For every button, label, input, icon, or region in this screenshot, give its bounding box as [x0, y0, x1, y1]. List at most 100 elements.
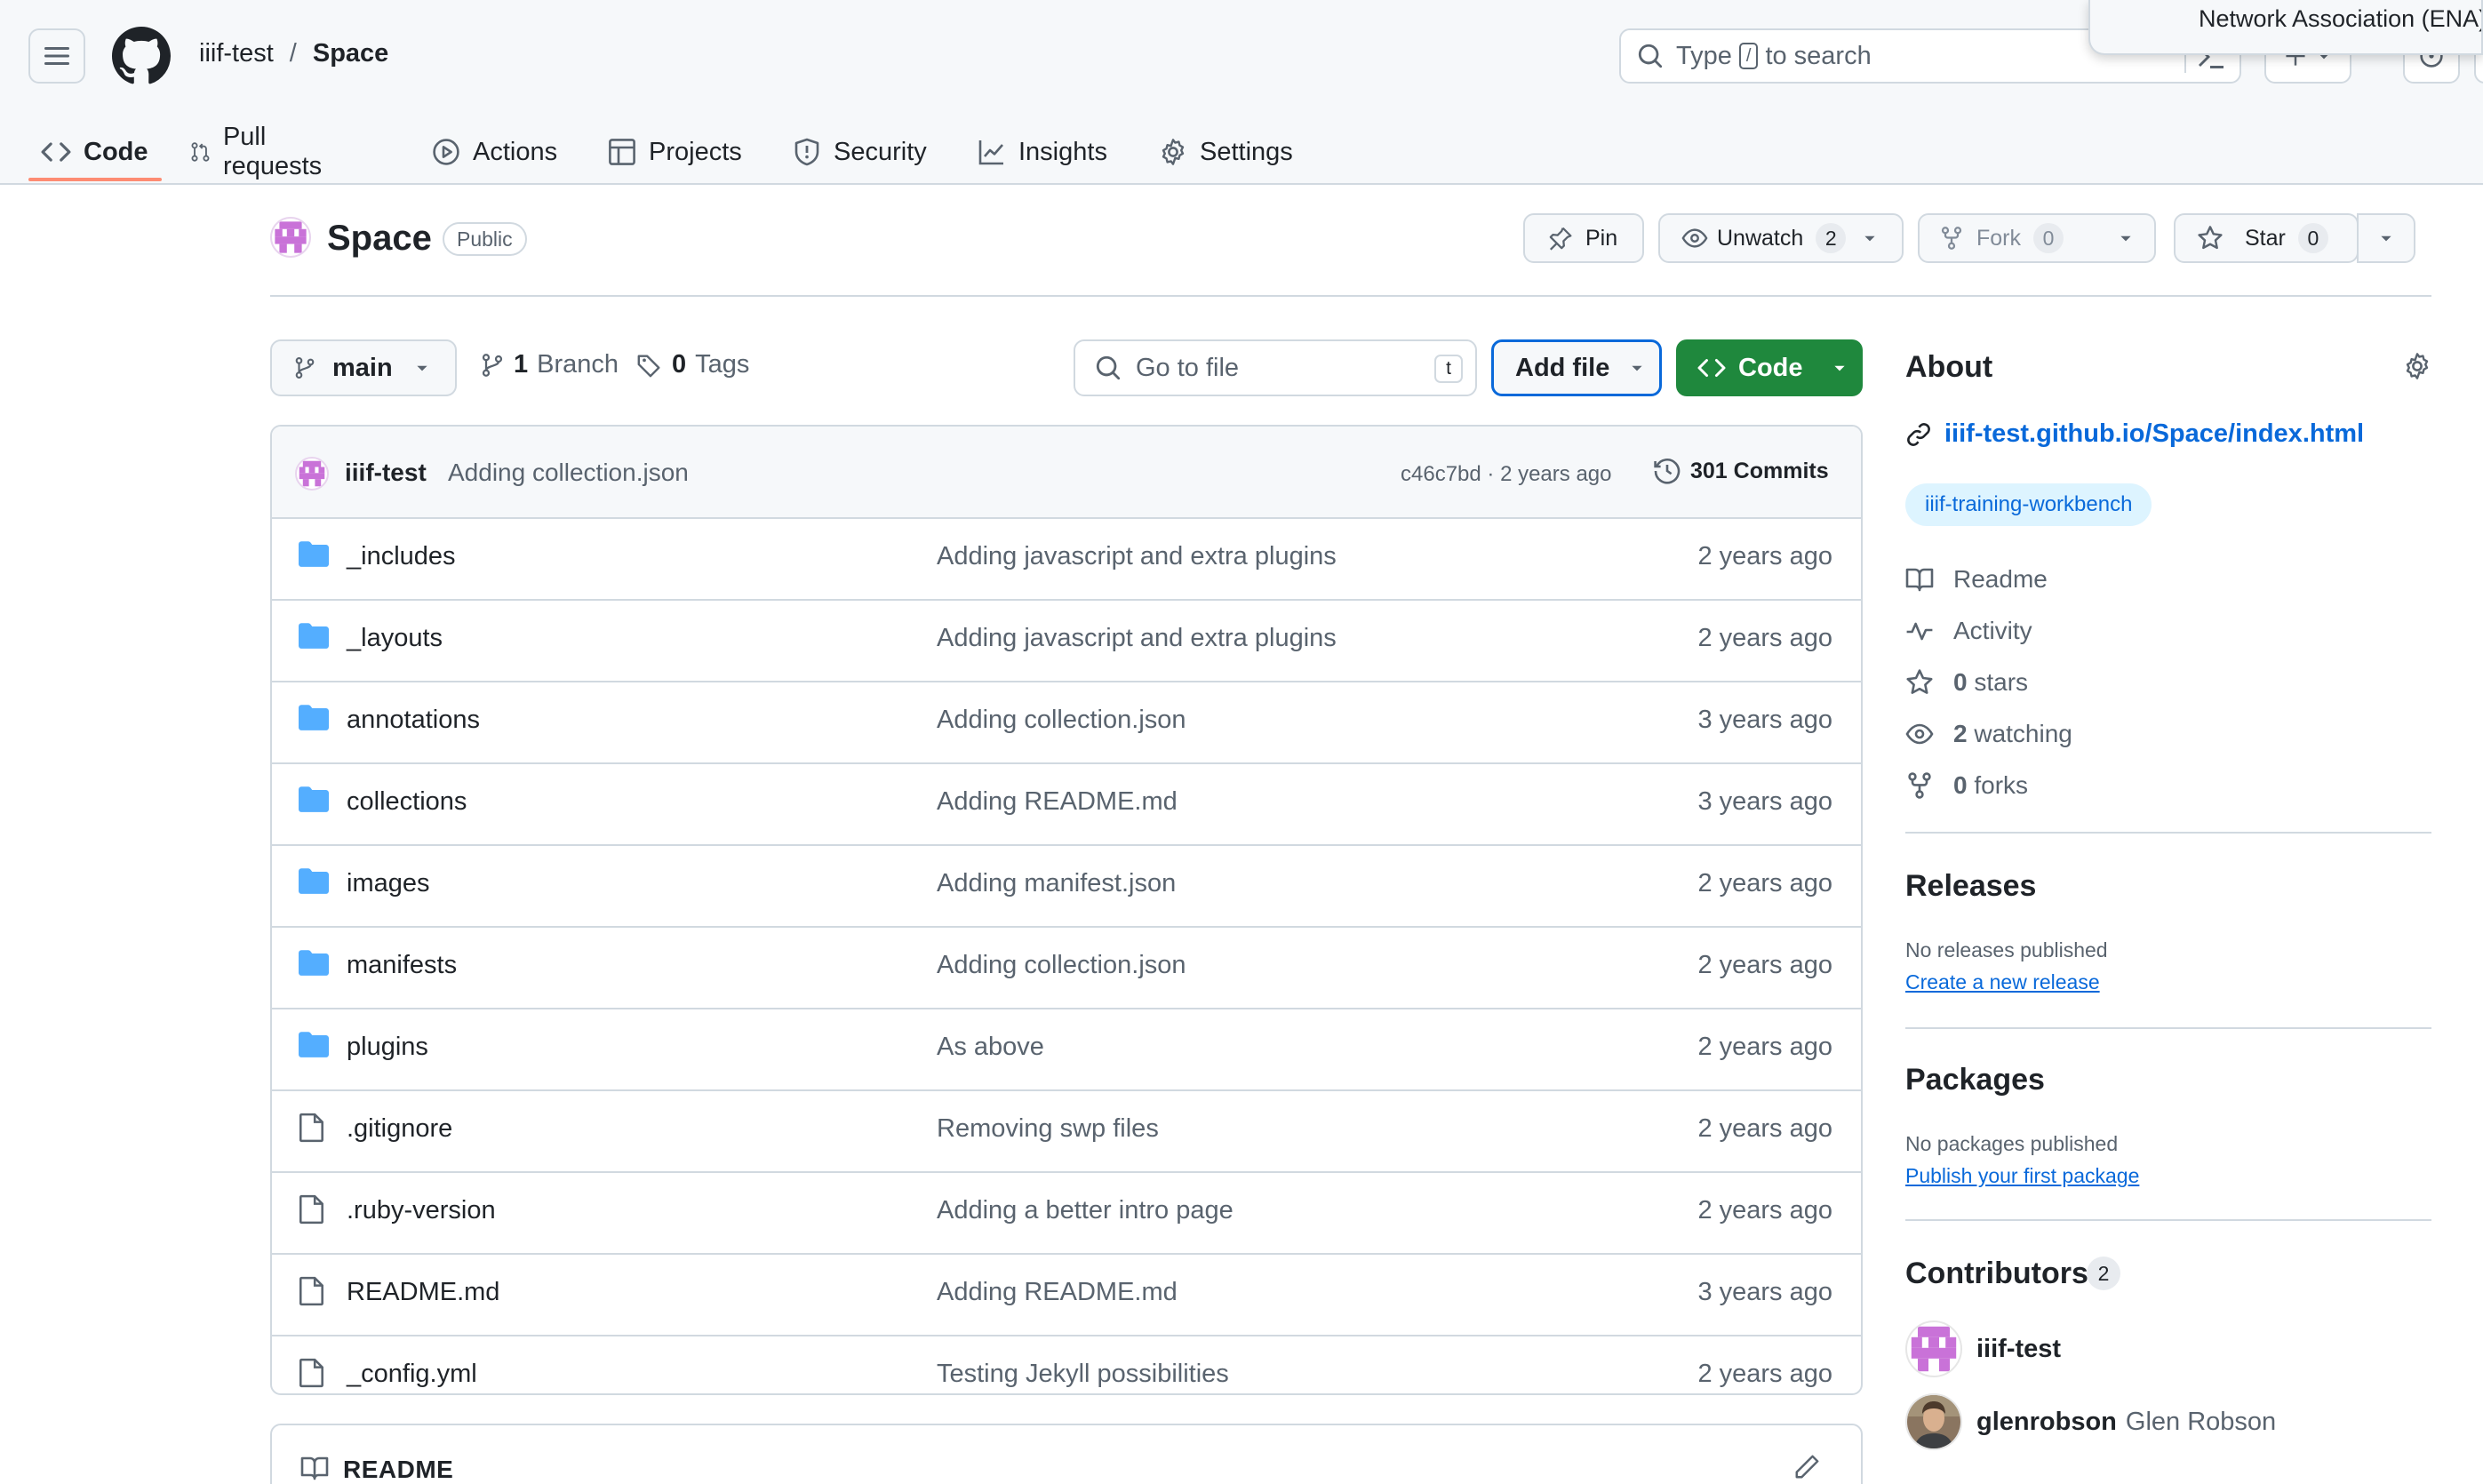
file-commit-message[interactable]: Adding javascript and extra plugins	[937, 624, 1337, 653]
file-commit-message[interactable]: Testing Jekyll possibilities	[937, 1360, 1229, 1389]
file-name[interactable]: images	[347, 869, 430, 898]
table-row[interactable]: _config.yml Testing Jekyll possibilities 2…	[272, 1336, 1861, 1393]
pin-icon	[1549, 227, 1572, 251]
table-row[interactable]: images Adding manifest.json 2 years ago	[272, 846, 1861, 928]
tab-label: Insights	[1018, 137, 1107, 166]
file-commit-age: 2 years ago	[1697, 951, 1832, 979]
contributors-heading[interactable]: Contributors	[1905, 1257, 2088, 1291]
tab-insights[interactable]: Insights	[978, 119, 1107, 185]
stars-link[interactable]: 0 stars	[1905, 668, 2028, 697]
file-commit-message[interactable]: As above	[937, 1033, 1044, 1062]
file-name[interactable]: annotations	[347, 706, 480, 735]
readme-panel: README	[270, 1424, 1863, 1484]
packages-heading[interactable]: Packages	[1905, 1063, 2045, 1097]
table-row[interactable]: .gitignore Removing swp files 2 years ago	[272, 1091, 1861, 1173]
file-commit-message[interactable]: Adding README.md	[937, 787, 1178, 817]
readme-label[interactable]: README	[343, 1456, 453, 1484]
gear-icon[interactable]	[2403, 352, 2431, 380]
file-name[interactable]: manifests	[347, 951, 457, 980]
contributor-item[interactable]: iiif-test	[1905, 1320, 2061, 1377]
active-tab-underline	[28, 178, 162, 181]
topic-tag[interactable]: iiif-training-workbench	[1905, 483, 2152, 526]
file-name[interactable]: collections	[347, 787, 467, 817]
contributor-item[interactable]: glenrobson Glen Robson	[1905, 1393, 2276, 1450]
folder-icon	[299, 622, 329, 649]
file-commit-message[interactable]: Adding collection.json	[937, 951, 1186, 980]
file-commit-message[interactable]: Adding README.md	[937, 1278, 1178, 1307]
go-to-file-input[interactable]: Go to file t	[1074, 339, 1477, 396]
file-commit-message[interactable]: Adding a better intro page	[937, 1196, 1234, 1225]
forks-link[interactable]: 0 forks	[1905, 771, 2028, 800]
code-button[interactable]: Code	[1676, 339, 1863, 396]
breadcrumb: iiif-test / Space	[199, 39, 388, 68]
table-row[interactable]: manifests Adding collection.json 2 years a…	[272, 928, 1861, 1009]
create-release-link[interactable]: Create a new release	[1905, 970, 2100, 994]
commit-author[interactable]: iiif-test	[345, 459, 427, 487]
star-dropdown-button[interactable]	[2357, 213, 2415, 263]
star-button[interactable]: Star 0	[2174, 213, 2359, 263]
branch-selector-button[interactable]: main	[270, 339, 457, 396]
tab-projects[interactable]: Projects	[608, 119, 742, 185]
file-commit-message[interactable]: Adding manifest.json	[937, 869, 1176, 898]
folder-icon	[299, 704, 329, 730]
shield-icon	[794, 138, 819, 166]
go-to-file-placeholder: Go to file	[1136, 353, 1240, 382]
file-name[interactable]: _config.yml	[347, 1360, 477, 1389]
folder-icon	[299, 949, 329, 976]
file-commit-message[interactable]: Adding collection.json	[937, 706, 1186, 735]
fork-dropdown-button[interactable]	[2097, 213, 2156, 263]
search-prefix: Type	[1676, 41, 1732, 70]
commit-history-link[interactable]: 301 Commits	[1653, 457, 1829, 485]
readme-link[interactable]: Readme	[1905, 565, 2048, 594]
repo-title[interactable]: Space	[327, 219, 432, 259]
tags-link[interactable]: 0 Tags	[636, 350, 749, 379]
activity-link[interactable]: Activity	[1905, 617, 2032, 645]
file-commit-age: 2 years ago	[1697, 624, 1832, 652]
website-link[interactable]: iiif-test.github.io/Space/index.html	[1905, 419, 2364, 449]
branches-link[interactable]: 1 Branch	[480, 350, 619, 379]
commit-message[interactable]: Adding collection.json	[448, 459, 689, 487]
pin-button[interactable]: Pin	[1523, 213, 1644, 263]
file-commit-age: 3 years ago	[1697, 706, 1832, 734]
file-commit-message[interactable]: Removing swp files	[937, 1114, 1159, 1144]
table-row[interactable]: collections Adding README.md 3 years ago	[272, 764, 1861, 846]
table-row[interactable]: _includes Adding javascript and extra plu…	[272, 519, 1861, 601]
file-name[interactable]: .ruby-version	[347, 1196, 496, 1225]
tab-code[interactable]: Code	[41, 119, 148, 185]
file-name[interactable]: plugins	[347, 1033, 428, 1062]
fork-button[interactable]: Fork 0	[1918, 213, 2124, 263]
table-row[interactable]: _layouts Adding javascript and extra plug…	[272, 601, 1861, 682]
file-name[interactable]: _includes	[347, 542, 456, 571]
sidebar-divider	[1905, 832, 2431, 834]
table-row[interactable]: README.md Adding README.md 3 years ago	[272, 1255, 1861, 1336]
contributor-login: iiif-test	[1976, 1334, 2062, 1363]
tab-pull-requests[interactable]: Pull requests	[190, 119, 330, 185]
tab-label: Projects	[649, 137, 742, 166]
file-commit-age: 2 years ago	[1697, 1196, 1832, 1225]
tab-settings[interactable]: Settings	[1159, 119, 1293, 185]
tab-security[interactable]: Security	[793, 119, 927, 185]
table-row[interactable]: annotations Adding collection.json 3 years…	[272, 682, 1861, 764]
commit-author-avatar[interactable]	[295, 457, 329, 491]
file-name[interactable]: _layouts	[347, 624, 443, 653]
repo-owner-avatar[interactable]	[270, 217, 311, 258]
unwatch-button[interactable]: Unwatch 2	[1658, 213, 1904, 263]
file-name[interactable]: .gitignore	[347, 1114, 452, 1144]
watching-link[interactable]: 2 watching	[1905, 720, 2072, 748]
stars-count: 0	[1953, 668, 1968, 696]
pencil-icon[interactable]	[1793, 1454, 1820, 1480]
identicon-icon	[1911, 1326, 1957, 1372]
add-file-button[interactable]: Add file	[1491, 339, 1662, 396]
breadcrumb-repo[interactable]: Space	[313, 39, 388, 68]
menu-button[interactable]	[28, 28, 85, 84]
tab-actions[interactable]: Actions	[432, 119, 557, 185]
releases-heading[interactable]: Releases	[1905, 869, 2036, 904]
commit-meta[interactable]: c46c7bd · 2 years ago	[1401, 462, 1611, 487]
table-row[interactable]: .ruby-version Adding a better intro page 2…	[272, 1173, 1861, 1255]
table-row[interactable]: plugins As above 2 years ago	[272, 1009, 1861, 1091]
publish-package-link[interactable]: Publish your first package	[1905, 1164, 2139, 1188]
breadcrumb-owner[interactable]: iiif-test	[199, 39, 274, 68]
github-logo-icon[interactable]	[112, 27, 171, 85]
file-name[interactable]: README.md	[347, 1278, 499, 1307]
file-commit-message[interactable]: Adding javascript and extra plugins	[937, 542, 1337, 571]
